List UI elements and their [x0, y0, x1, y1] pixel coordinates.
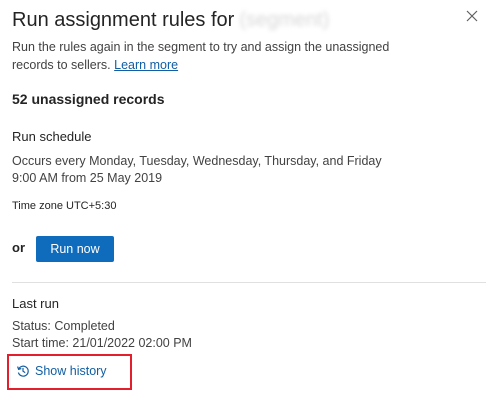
- last-run-status: Status: Completed: [12, 319, 115, 333]
- timezone-label: Time zone UTC+5:30: [12, 200, 117, 212]
- history-icon: [16, 364, 30, 378]
- unassigned-records-count: 52 unassigned records: [12, 91, 165, 107]
- run-schedule-details: Occurs every Monday, Tuesday, Wednesday,…: [12, 153, 482, 187]
- learn-more-link[interactable]: Learn more: [114, 58, 178, 72]
- panel-description: Run the rules again in the segment to tr…: [12, 38, 402, 74]
- show-history-label: Show history: [35, 364, 107, 378]
- assignment-rules-panel: Run assignment rules for (segment) Run th…: [0, 0, 501, 405]
- description-text: Run the rules again in the segment to tr…: [12, 40, 390, 72]
- show-history-link[interactable]: Show history: [16, 364, 107, 378]
- schedule-days: Occurs every Monday, Tuesday, Wednesday,…: [12, 154, 382, 168]
- run-now-button[interactable]: Run now: [36, 236, 114, 262]
- last-run-heading: Last run: [12, 296, 59, 311]
- panel-title: Run assignment rules for (segment): [12, 6, 329, 34]
- section-divider: [12, 282, 486, 283]
- or-label: or: [12, 240, 25, 255]
- redacted-segment-name: (segment): [239, 9, 330, 31]
- close-icon[interactable]: [464, 8, 480, 24]
- panel-title-text: Run assignment rules for: [12, 9, 235, 31]
- last-run-start-time: Start time: 21/01/2022 02:00 PM: [12, 336, 192, 350]
- schedule-time: 9:00 AM from 25 May 2019: [12, 171, 163, 185]
- last-run-details: Status: Completed Start time: 21/01/2022…: [12, 318, 192, 352]
- run-schedule-heading: Run schedule: [12, 129, 92, 144]
